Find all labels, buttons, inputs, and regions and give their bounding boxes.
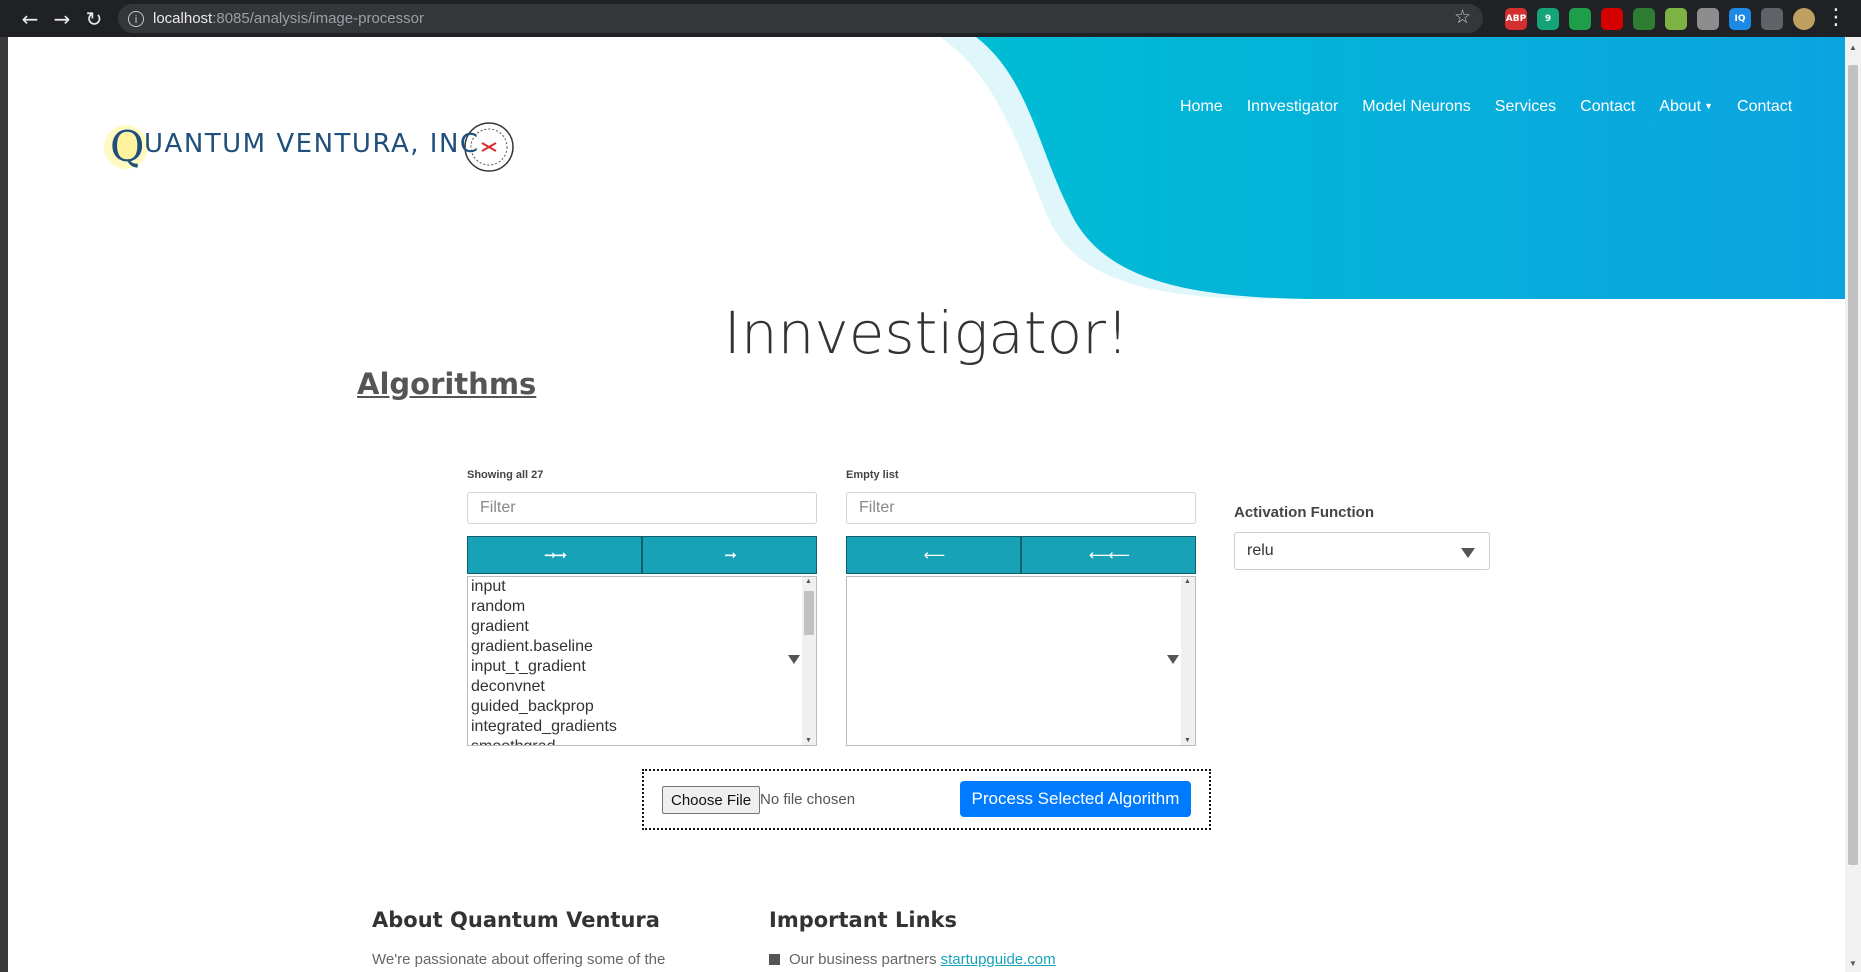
list-item[interactable]: smoothgrad: [468, 737, 816, 745]
red-shield-icon[interactable]: [1601, 8, 1623, 30]
list-caret-down-icon: [788, 655, 800, 664]
activation-selected-value: relu: [1247, 542, 1274, 559]
reload-icon[interactable]: ↻: [78, 3, 110, 35]
available-count-label: Showing all 27: [467, 469, 544, 481]
browser-toolbar: ← → ↻ i localhost:8085/analysis/image-pr…: [0, 0, 1861, 37]
selected-algorithms-list[interactable]: ▲ ▼: [846, 576, 1196, 746]
remove-all-button[interactable]: ⟵⟵: [1021, 536, 1196, 574]
grey-box-icon[interactable]: [1697, 8, 1719, 30]
green-cube-icon[interactable]: [1633, 8, 1655, 30]
available-algorithms-list[interactable]: input random gradient gradient.baseline …: [467, 576, 817, 746]
partners-text: Our business partners: [789, 951, 937, 968]
list-scrollbar[interactable]: ▲ ▼: [802, 577, 816, 745]
list-item[interactable]: input: [468, 577, 816, 597]
about-heading: About Quantum Ventura: [372, 908, 660, 932]
remove-selected-button[interactable]: ⟵: [846, 536, 1021, 574]
nav-services[interactable]: Services: [1483, 98, 1568, 116]
nav-about-label: About: [1659, 98, 1702, 115]
extensions-bar: ABP 9 IQ: [1505, 8, 1815, 30]
adblock-plus-icon[interactable]: ABP: [1505, 8, 1527, 30]
list-item[interactable]: integrated_gradients: [468, 717, 816, 737]
available-algorithms-panel: Showing all 27 ➞➞ ➞ input random gradien…: [467, 469, 817, 746]
page-scroll-thumb[interactable]: [1848, 65, 1858, 865]
scroll-up-arrow-icon[interactable]: ▲: [805, 578, 812, 585]
selected-filter-input[interactable]: [846, 492, 1196, 524]
page-viewport: Q UANTUM VENTURA, INC Home Innvestigator…: [8, 37, 1861, 972]
nav-innvestigator[interactable]: Innvestigator: [1235, 98, 1351, 116]
green-leaf-icon[interactable]: [1569, 8, 1591, 30]
nav-about-dropdown[interactable]: About ▼: [1647, 98, 1725, 116]
list-item[interactable]: input_t_gradient: [468, 657, 816, 677]
list-item[interactable]: gradient.baseline: [468, 637, 816, 657]
choose-file-button[interactable]: Choose File: [662, 786, 761, 814]
nav-model-neurons[interactable]: Model Neurons: [1350, 98, 1483, 116]
process-algorithm-button[interactable]: Process Selected Algorithm: [960, 781, 1191, 817]
company-logo[interactable]: Q UANTUM VENTURA, INC: [96, 81, 536, 177]
window-edge: [0, 37, 8, 972]
nav-contact-2[interactable]: Contact: [1725, 98, 1804, 116]
browser-menu-icon[interactable]: ⋮: [1825, 5, 1847, 30]
list-scroll-thumb[interactable]: [804, 591, 814, 635]
list-scrollbar[interactable]: ▲ ▼: [1181, 577, 1195, 745]
selected-algorithms-panel: Empty list ⟵ ⟵⟵ ▲ ▼: [846, 469, 1196, 746]
back-arrow-icon[interactable]: ←: [14, 3, 46, 35]
site-info-icon[interactable]: i: [128, 10, 144, 27]
nav-home[interactable]: Home: [1168, 98, 1235, 116]
list-caret-down-icon: [1167, 655, 1179, 664]
iq-icon[interactable]: IQ: [1729, 8, 1751, 30]
url-path: :8085/analysis/image-processor: [212, 10, 424, 27]
move-all-button[interactable]: ➞➞: [467, 536, 642, 574]
activation-function-select[interactable]: relu: [1234, 532, 1490, 570]
list-item[interactable]: gradient: [468, 617, 816, 637]
scroll-down-arrow-icon[interactable]: ▼: [1849, 959, 1857, 968]
puzzle-icon[interactable]: [1761, 8, 1783, 30]
caret-down-icon: ▼: [1704, 101, 1714, 111]
bookmark-star-icon[interactable]: ☆: [1454, 6, 1471, 28]
algorithms-heading[interactable]: Algorithms: [357, 367, 536, 401]
page-scrollbar[interactable]: ▲ ▼: [1845, 37, 1861, 972]
remove-buttons: ⟵ ⟵⟵: [846, 536, 1196, 574]
scroll-up-arrow-icon[interactable]: ▲: [1184, 578, 1191, 585]
move-selected-button[interactable]: ➞: [642, 536, 817, 574]
url-host: localhost: [153, 10, 213, 27]
profile-avatar-icon[interactable]: [1793, 8, 1815, 30]
upload-form: Choose File No file chosen Process Selec…: [642, 769, 1211, 830]
about-text: We're passionate about offering some of …: [372, 951, 666, 968]
scroll-down-arrow-icon[interactable]: ▼: [1184, 737, 1191, 744]
list-item[interactable]: deconvnet: [468, 677, 816, 697]
grammarly-icon[interactable]: 9: [1537, 8, 1559, 30]
available-filter-input[interactable]: [467, 492, 817, 524]
main-navigation: Home Innvestigator Model Neurons Service…: [1168, 98, 1804, 116]
forward-arrow-icon[interactable]: →: [46, 3, 78, 35]
chevron-down-icon: [1461, 548, 1475, 558]
logo-q-letter: Q: [110, 122, 144, 171]
scroll-down-arrow-icon[interactable]: ▼: [805, 737, 812, 744]
file-status-text: No file chosen: [760, 791, 856, 808]
selected-count-label: Empty list: [846, 469, 899, 481]
nav-contact[interactable]: Contact: [1568, 98, 1647, 116]
activation-function-label: Activation Function: [1234, 504, 1374, 521]
square-bullet-icon: [769, 954, 780, 965]
important-links-heading: Important Links: [769, 908, 958, 932]
url-text[interactable]: localhost:8085/analysis/image-processor: [153, 10, 424, 27]
list-item[interactable]: random: [468, 597, 816, 617]
partners-link[interactable]: startupguide.com: [941, 951, 1056, 968]
partners-link-item: Our business partners startupguide.com: [769, 951, 1056, 968]
move-buttons: ➞➞ ➞: [467, 536, 817, 574]
hex-icon[interactable]: [1665, 8, 1687, 30]
scroll-up-arrow-icon[interactable]: ▲: [1849, 43, 1857, 52]
address-bar[interactable]: i localhost:8085/analysis/image-processo…: [118, 4, 1483, 33]
list-item[interactable]: guided_backprop: [468, 697, 816, 717]
page-title: Innvestigator!: [723, 299, 1130, 367]
logo-wordmark: UANTUM VENTURA, INC: [144, 129, 480, 159]
